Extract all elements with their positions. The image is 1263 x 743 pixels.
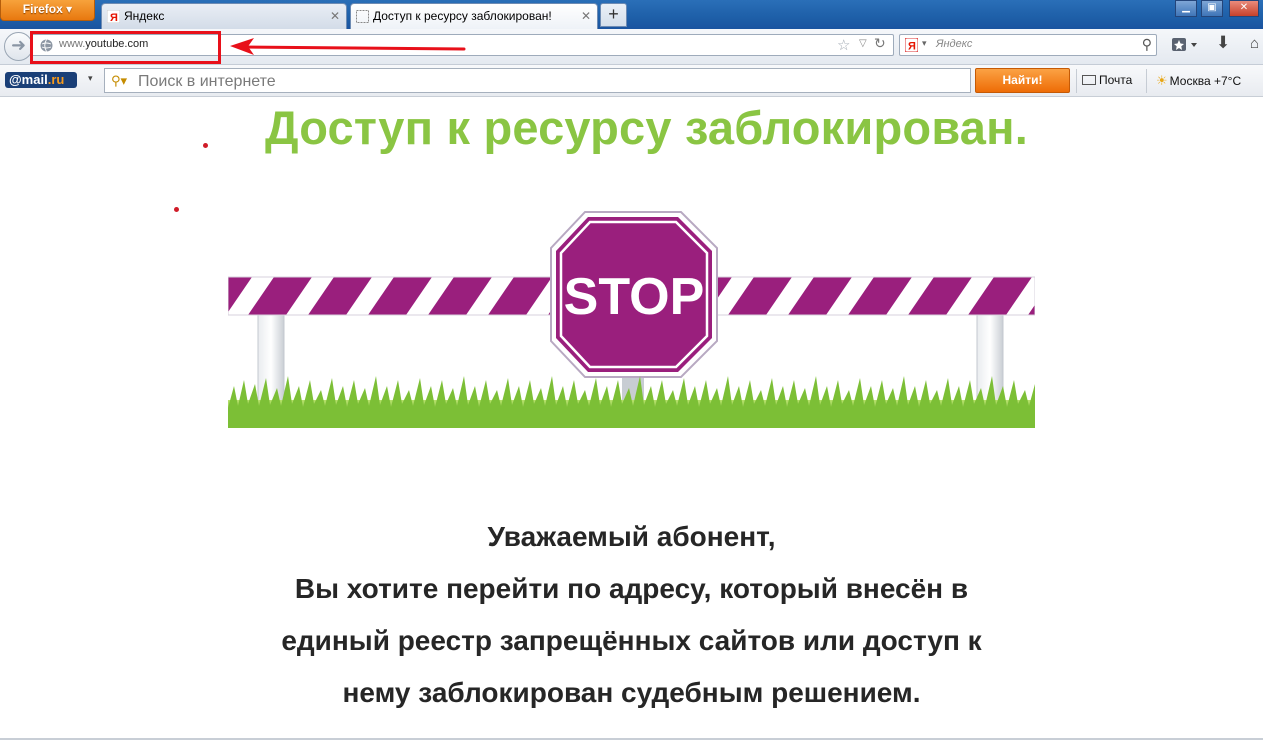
mailru-search-input[interactable]: ⚲▾ Поиск в интернете bbox=[104, 68, 971, 93]
firefox-menu-label: Firefox bbox=[22, 2, 63, 16]
new-tab-button[interactable]: + bbox=[600, 3, 627, 27]
close-tab-icon[interactable]: ✕ bbox=[581, 4, 591, 28]
svg-text:Я: Я bbox=[110, 12, 118, 23]
message-line: Уважаемый абонент, bbox=[487, 521, 776, 552]
chevron-down-icon: ▾ bbox=[66, 2, 73, 16]
message-line: нему заблокирован судебным решением. bbox=[342, 677, 921, 708]
mailru-toolbar: @mail.ru ▾ ⚲▾ Поиск в интернете Найти! П… bbox=[0, 65, 1263, 97]
mail-link-label: Почта bbox=[1099, 73, 1133, 87]
close-tab-icon[interactable]: ✕ bbox=[330, 4, 340, 28]
home-icon[interactable]: ⌂ bbox=[1250, 35, 1259, 52]
message-line: единый реестр запрещённых сайтов или дос… bbox=[281, 625, 982, 656]
reload-icon[interactable]: ↻ bbox=[874, 35, 886, 52]
mail-link[interactable]: Почта bbox=[1082, 73, 1132, 87]
mailru-logo[interactable]: @mail.ru bbox=[5, 72, 77, 88]
message-line: Вы хотите перейти по адресу, который вне… bbox=[294, 573, 969, 604]
search-engine-dropdown-icon[interactable]: ▾ bbox=[922, 38, 927, 49]
yandex-logo-icon: Я bbox=[905, 38, 918, 52]
download-icon[interactable]: ⬇ bbox=[1216, 33, 1230, 53]
tab-yandex[interactable]: Я Яндекс ✕ bbox=[101, 3, 347, 29]
bookmarks-menu-icon[interactable] bbox=[1170, 35, 1202, 55]
search-placeholder: Яндекс bbox=[936, 38, 973, 50]
toolbar-divider bbox=[1146, 69, 1147, 93]
search-bar[interactable]: Я ▾ Яндекс ⚲ bbox=[899, 34, 1157, 56]
weather-link[interactable]: ☀ Москва +7°C bbox=[1156, 73, 1241, 89]
history-dropdown-icon[interactable]: ▽ bbox=[859, 38, 867, 49]
stop-sign-text: STOP bbox=[564, 268, 705, 326]
mailru-logo-ru: .ru bbox=[47, 72, 65, 87]
back-button[interactable]: ➜ bbox=[4, 32, 33, 61]
close-window-button[interactable]: ✕ bbox=[1229, 0, 1259, 17]
window-titlebar: Firefox ▾ Я Яндекс ✕ Доступ к ресурсу за… bbox=[0, 0, 1263, 29]
page-favicon-icon bbox=[356, 10, 369, 23]
envelope-icon bbox=[1082, 75, 1096, 85]
stop-barrier-illustration: STOP bbox=[228, 211, 1035, 428]
search-icon: ⚲▾ bbox=[111, 73, 128, 88]
weather-link-label: Москва +7°C bbox=[1169, 74, 1242, 88]
annotation-arrow bbox=[230, 38, 466, 55]
weather-sun-icon: ☀ bbox=[1156, 73, 1168, 88]
find-button[interactable]: Найти! bbox=[975, 68, 1070, 93]
tab-blocked[interactable]: Доступ к ресурсу заблокирован! ✕ bbox=[350, 3, 598, 29]
window-bottom-edge bbox=[0, 738, 1263, 740]
block-message: Уважаемый абонент, Вы хотите перейти по … bbox=[0, 516, 1263, 724]
annotation-highlight-box bbox=[30, 31, 221, 64]
page-title: Доступ к ресурсу заблокирован. bbox=[265, 101, 1028, 154]
decorative-dot bbox=[174, 207, 179, 212]
decorative-dot bbox=[203, 143, 208, 148]
mailru-menu-dropdown-icon[interactable]: ▾ bbox=[88, 73, 93, 84]
yandex-favicon-icon: Я bbox=[107, 10, 120, 23]
tab-label: Доступ к ресурсу заблокирован! bbox=[373, 9, 552, 23]
search-icon[interactable]: ⚲ bbox=[1142, 36, 1152, 53]
maximize-button[interactable]: ▣ bbox=[1201, 0, 1223, 17]
bookmark-star-icon[interactable]: ☆ bbox=[837, 36, 850, 54]
minimize-button[interactable]: ▁ bbox=[1175, 0, 1197, 17]
tab-label: Яндекс bbox=[124, 9, 165, 23]
firefox-menu-button[interactable]: Firefox ▾ bbox=[0, 0, 95, 21]
search-placeholder: Поиск в интернете bbox=[138, 73, 276, 90]
svg-text:Я: Я bbox=[908, 41, 916, 53]
toolbar-divider bbox=[1076, 69, 1077, 93]
mailru-logo-at: @mail bbox=[9, 72, 48, 87]
arrow-left-icon: ➜ bbox=[10, 35, 27, 55]
